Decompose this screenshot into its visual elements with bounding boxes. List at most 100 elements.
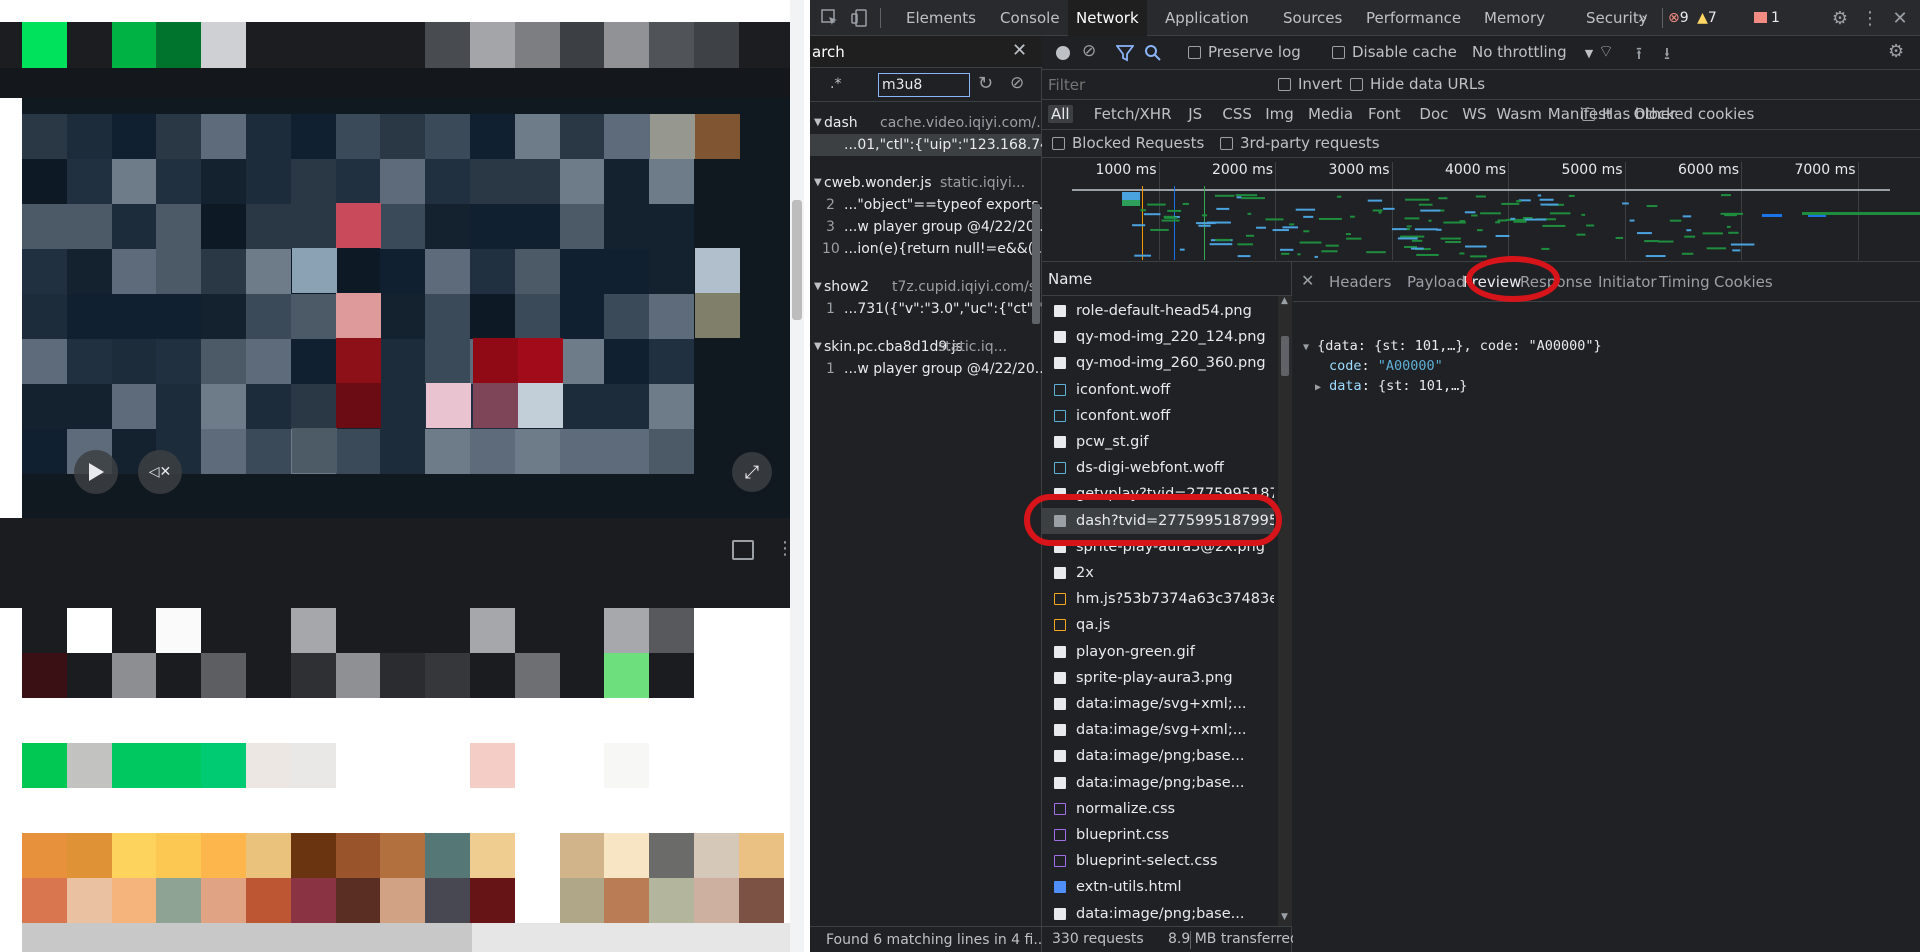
- tab-application[interactable]: Application: [1157, 0, 1257, 36]
- request-row[interactable]: data:image/svg+xml;...: [1042, 717, 1274, 743]
- request-row[interactable]: 2x: [1042, 560, 1274, 586]
- more-tabs-button[interactable]: »: [1630, 0, 1655, 36]
- type-filter-all[interactable]: All: [1048, 105, 1073, 123]
- request-row[interactable]: playon-green.gif: [1042, 639, 1274, 665]
- name-column-header[interactable]: Name: [1042, 262, 1292, 296]
- download-icon[interactable]: [732, 540, 754, 560]
- search-result-file[interactable]: ▼ dash cache.video.iqiyi.com/...: [810, 112, 1042, 134]
- settings-button[interactable]: ⚙: [1828, 6, 1852, 30]
- type-filter-fetch-xhr[interactable]: Fetch/XHR: [1091, 105, 1175, 123]
- type-filter-ws[interactable]: WS: [1459, 105, 1489, 123]
- blocked-requests-checkbox[interactable]: Blocked Requests: [1052, 134, 1204, 152]
- tab-performance[interactable]: Performance: [1358, 0, 1469, 36]
- details-tab-payload[interactable]: Payload: [1407, 262, 1466, 302]
- request-row[interactable]: blueprint-select.css: [1042, 848, 1274, 874]
- details-tab-headers[interactable]: Headers: [1329, 262, 1391, 302]
- request-row[interactable]: qy-mod-img_220_124.png: [1042, 324, 1274, 350]
- type-filter-font[interactable]: Font: [1365, 105, 1404, 123]
- search-result-line[interactable]: 2 ..."object"==typeof exports...: [810, 194, 1042, 216]
- fullscreen-button[interactable]: ⤢: [732, 452, 772, 492]
- record-button[interactable]: [1056, 46, 1070, 60]
- request-row[interactable]: qa.js: [1042, 612, 1274, 638]
- issues-counter[interactable]: 1: [1754, 10, 1780, 26]
- regex-toggle[interactable]: .*: [830, 76, 841, 92]
- search-input[interactable]: [878, 73, 970, 97]
- inspect-element-button[interactable]: [818, 6, 842, 30]
- type-filter-media[interactable]: Media: [1305, 105, 1356, 123]
- mute-button[interactable]: ◁✕: [138, 450, 182, 494]
- refresh-icon[interactable]: ↻: [978, 73, 993, 94]
- tab-sources[interactable]: Sources: [1275, 0, 1350, 36]
- preview-data-row[interactable]: ▶ data: {st: 101,…}: [1315, 378, 1467, 394]
- has-blocked-cookies-checkbox[interactable]: Has blocked cookies: [1582, 105, 1754, 123]
- close-details-icon[interactable]: ✕: [1301, 271, 1314, 290]
- request-row[interactable]: iconfont.woff: [1042, 403, 1274, 429]
- export-har-icon[interactable]: ⭳: [1664, 41, 1670, 70]
- scrollbar-thumb[interactable]: [792, 200, 802, 320]
- search-result-file[interactable]: ▼ show2 t7z.cupid.iqiyi.com/s...: [810, 276, 1042, 298]
- request-row[interactable]: role-default-head54.png: [1042, 298, 1274, 324]
- search-result-line[interactable]: 1 ...w player group @4/22/20...: [810, 358, 1042, 380]
- tab-console[interactable]: Console: [992, 0, 1068, 36]
- type-filter-css[interactable]: CSS: [1219, 105, 1255, 123]
- type-filter-doc[interactable]: Doc: [1416, 105, 1451, 123]
- request-row[interactable]: pcw_st.gif: [1042, 429, 1274, 455]
- hide-data-urls-checkbox[interactable]: Hide data URLs: [1350, 75, 1485, 93]
- import-har-icon[interactable]: ⭱: [1636, 41, 1642, 70]
- search-result-line[interactable]: 1 ...731({"v":"3.0","uc":{"ct":"ht...: [810, 298, 1042, 320]
- tab-network[interactable]: Network: [1068, 0, 1147, 36]
- close-search-icon[interactable]: ✕: [1012, 40, 1027, 61]
- search-icon[interactable]: [1144, 44, 1162, 62]
- timeline-overview[interactable]: 1000 ms 2000 ms 3000 ms 4000 ms 5000 ms 6000 …: [1042, 158, 1920, 262]
- customize-button[interactable]: ⋮: [1858, 6, 1882, 30]
- clear-icon[interactable]: ⊘: [1010, 73, 1024, 93]
- request-row[interactable]: data:image/svg+xml;...: [1042, 691, 1274, 717]
- request-row[interactable]: iconfont.woff: [1042, 377, 1274, 403]
- network-conditions-icon[interactable]: ⌔: [1598, 41, 1614, 62]
- search-result-line[interactable]: ...01,"ctl":{"uip":"123.168.74...: [810, 134, 1042, 156]
- network-settings-icon[interactable]: ⚙: [1888, 41, 1904, 62]
- third-party-checkbox[interactable]: 3rd-party requests: [1220, 134, 1380, 152]
- play-button[interactable]: [74, 450, 118, 494]
- request-row[interactable]: data:image/png;base...: [1042, 770, 1274, 796]
- tab-elements[interactable]: Elements: [898, 0, 984, 36]
- video-player[interactable]: ◁✕ ⤢: [42, 94, 784, 518]
- scrollbar-thumb[interactable]: [1281, 336, 1289, 376]
- type-filter-img[interactable]: Img: [1262, 105, 1297, 123]
- details-tab-cookies[interactable]: Cookies: [1714, 262, 1773, 302]
- request-row[interactable]: blueprint.css: [1042, 822, 1274, 848]
- preview-root-node[interactable]: ▼ {data: {st: 101,…}, code: "A00000"}: [1303, 338, 1602, 354]
- request-row[interactable]: data:image/png;base...: [1042, 901, 1274, 927]
- invert-checkbox[interactable]: Invert: [1278, 75, 1342, 93]
- type-filter-wasm[interactable]: Wasm: [1493, 105, 1545, 123]
- request-list-scrollbar[interactable]: ▲ ▼: [1278, 296, 1292, 926]
- request-row[interactable]: sprite-play-aura3.png: [1042, 665, 1274, 691]
- filter-input[interactable]: [1048, 74, 1248, 96]
- request-row[interactable]: data:image/png;base...: [1042, 743, 1274, 769]
- scroll-up-icon[interactable]: ▲: [1281, 296, 1288, 306]
- disable-cache-checkbox[interactable]: Disable cache: [1332, 43, 1457, 61]
- results-scrollbar[interactable]: [1032, 204, 1040, 324]
- preserve-log-checkbox[interactable]: Preserve log: [1188, 43, 1301, 61]
- tab-memory[interactable]: Memory: [1476, 0, 1553, 36]
- search-result-file[interactable]: ▼ skin.pc.cba8d1d9.js static.iq...: [810, 336, 1042, 358]
- search-result-line[interactable]: 3 ...w player group @4/22/20...: [810, 216, 1042, 238]
- clear-log-icon[interactable]: ⊘: [1082, 41, 1096, 61]
- request-row[interactable]: ds-digi-webfont.woff: [1042, 455, 1274, 481]
- details-tab-initiator[interactable]: Initiator: [1598, 262, 1657, 302]
- details-tab-timing[interactable]: Timing: [1659, 262, 1710, 302]
- type-filter-js[interactable]: JS: [1185, 105, 1205, 123]
- search-result-file[interactable]: ▼ cweb.wonder.js static.iqiyi...: [810, 172, 1042, 194]
- filter-icon[interactable]: [1116, 44, 1134, 62]
- request-row[interactable]: normalize.css: [1042, 796, 1274, 822]
- request-row[interactable]: hm.js?53b7374a63c37483e5d: [1042, 586, 1274, 612]
- error-counter[interactable]: ⊗9 ▲7: [1668, 10, 1717, 26]
- request-row[interactable]: qy-mod-img_260_360.png: [1042, 350, 1274, 376]
- search-result-line[interactable]: 10 ...ion(e){return null!=e&&(...: [810, 238, 1042, 260]
- scroll-down-icon[interactable]: ▼: [1281, 912, 1288, 922]
- request-row[interactable]: extn-utils.html: [1042, 874, 1274, 900]
- throttling-select[interactable]: No throttling ▼: [1472, 43, 1593, 61]
- device-toolbar-button[interactable]: [848, 6, 872, 30]
- page-scrollbar[interactable]: [790, 0, 804, 952]
- close-devtools-button[interactable]: ✕: [1888, 6, 1912, 30]
